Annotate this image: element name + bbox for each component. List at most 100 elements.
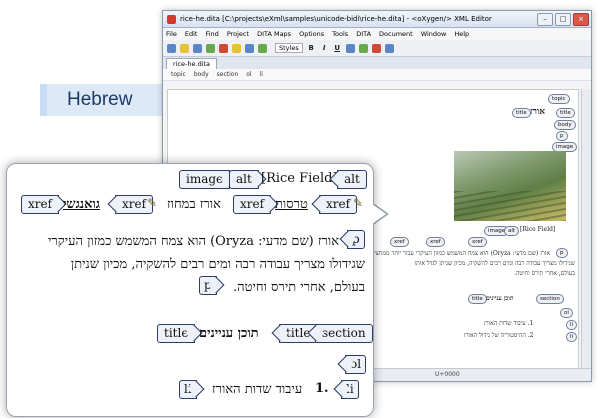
ol-tag[interactable]: ol bbox=[560, 308, 573, 318]
transform-icon[interactable] bbox=[219, 43, 228, 53]
menu-document[interactable]: Document bbox=[379, 30, 413, 38]
alt-text: [Rice Field] bbox=[261, 171, 338, 186]
xref-tag[interactable]: xref bbox=[311, 195, 358, 214]
xref-middle-text: אורז במחוז bbox=[167, 197, 221, 212]
styles-dropdown[interactable]: Styles bbox=[275, 43, 303, 53]
title-tag[interactable]: title bbox=[512, 108, 531, 118]
list-icon[interactable] bbox=[358, 43, 368, 53]
li-tag[interactable]: li bbox=[566, 332, 578, 342]
alt-text: [Rice Field] bbox=[520, 226, 556, 233]
open-folder-icon[interactable] bbox=[180, 43, 189, 53]
li-tag[interactable]: li bbox=[333, 380, 359, 399]
hebrew-label-text: Hebrew bbox=[67, 89, 133, 110]
section-title: תוכן עניינים bbox=[199, 326, 259, 341]
p-tag[interactable]: p bbox=[339, 230, 365, 249]
italic-button[interactable]: I bbox=[320, 44, 329, 53]
menu-file[interactable]: File bbox=[166, 30, 177, 38]
breadcrumb-item[interactable]: body bbox=[194, 71, 209, 78]
maximize-button[interactable]: □ bbox=[555, 12, 571, 26]
p-tag[interactable]: p bbox=[556, 131, 568, 141]
toolbar: Styles B I U bbox=[163, 40, 591, 57]
title-tag[interactable]: title bbox=[468, 294, 487, 304]
list-item-text: עיבוד שדות האורז bbox=[212, 382, 303, 397]
editor-tabs: rice-he.dita bbox=[163, 57, 591, 69]
menu-bar: File Edit Find Project DITA Maps Options… bbox=[163, 28, 591, 40]
paperclip-icon: ✎ bbox=[353, 196, 364, 210]
p-tag[interactable]: p bbox=[556, 248, 568, 258]
xref-tag[interactable]: xref bbox=[390, 237, 409, 247]
magnifier-pointer-inner bbox=[368, 201, 386, 227]
refresh-icon[interactable] bbox=[258, 43, 267, 53]
section-tag[interactable]: section bbox=[307, 324, 373, 343]
li-tag[interactable]: li bbox=[566, 320, 578, 330]
table-icon[interactable] bbox=[371, 43, 381, 53]
image-insert-icon[interactable] bbox=[384, 43, 394, 53]
alt-tag[interactable]: alt bbox=[329, 170, 367, 189]
body-tag[interactable]: body bbox=[554, 120, 576, 130]
breadcrumb-item[interactable]: ol bbox=[246, 71, 251, 78]
magnified-view: image alt [Rice Field] alt xref גואנגשי … bbox=[6, 163, 374, 417]
p-tag[interactable]: p bbox=[199, 276, 225, 295]
validate-icon[interactable] bbox=[206, 43, 215, 53]
paragraph-line-3: בעולם, אחרי תירס וחיטה. bbox=[233, 280, 365, 295]
status-unicode: U+0000 bbox=[435, 371, 460, 378]
menu-help[interactable]: Help bbox=[454, 30, 469, 38]
xref-tag-label: xref bbox=[122, 197, 147, 211]
menu-edit[interactable]: Edit bbox=[185, 30, 198, 38]
search-icon[interactable] bbox=[245, 43, 254, 53]
vertical-scrollbar[interactable] bbox=[581, 89, 591, 369]
xref-tag-label: xref bbox=[240, 197, 265, 211]
xref-link-guangxi[interactable]: גואנגשי bbox=[63, 196, 100, 212]
xref-tag[interactable]: xref bbox=[426, 237, 445, 247]
xref-link-terraces[interactable]: טרסות bbox=[275, 196, 308, 212]
oxygen-app-icon bbox=[167, 14, 176, 24]
section-title: תוכן עניינים bbox=[486, 295, 514, 302]
list-item-1: 1. עיבוד שדות האורז bbox=[484, 320, 534, 327]
window-title: rice-he.dita [C:\projects\eXml\samples\u… bbox=[180, 15, 492, 23]
new-document-icon[interactable] bbox=[167, 43, 176, 53]
menu-dita[interactable]: DITA bbox=[356, 30, 371, 38]
menu-dita-maps[interactable]: DITA Maps bbox=[257, 30, 291, 38]
topic-title: אורז bbox=[530, 107, 546, 117]
menu-window[interactable]: Window bbox=[421, 30, 447, 38]
list-item-number: 1. bbox=[315, 381, 329, 396]
hebrew-label: Hebrew bbox=[40, 84, 164, 116]
menu-find[interactable]: Find bbox=[205, 30, 218, 38]
section-tag-label: section bbox=[322, 326, 366, 340]
close-button[interactable]: × bbox=[573, 12, 589, 26]
list-item-2: 2. ההיסטוריה של גידול האורז bbox=[464, 332, 534, 339]
run-icon[interactable] bbox=[232, 43, 241, 53]
menu-options[interactable]: Options bbox=[299, 30, 324, 38]
title-tag[interactable]: title bbox=[556, 108, 575, 118]
paragraph-line-1: אורז (שם מדעי: Oryza) הוא צמח המשמש כמזו… bbox=[47, 234, 339, 249]
title-tag[interactable]: title bbox=[157, 324, 203, 343]
xref-tag[interactable]: xref bbox=[233, 195, 279, 214]
breadcrumb-item[interactable]: section bbox=[217, 71, 239, 78]
xref-tag-label: xref bbox=[28, 197, 53, 211]
save-icon[interactable] bbox=[193, 43, 202, 53]
li-tag[interactable]: li bbox=[179, 380, 205, 399]
alt-tag[interactable]: alt bbox=[504, 226, 520, 236]
image-tag[interactable]: image bbox=[179, 170, 238, 189]
breadcrumb-item[interactable]: li bbox=[260, 71, 263, 78]
breadcrumb-item[interactable]: topic bbox=[171, 71, 186, 78]
paragraph-line-2: שגידולו מצריך עבודה רבה ומים רבים להשקיה… bbox=[70, 257, 365, 272]
label-accent-bar bbox=[40, 84, 47, 116]
xref-tag[interactable]: xref bbox=[468, 237, 487, 247]
alt-tag[interactable]: alt bbox=[229, 170, 267, 189]
ol-tag[interactable]: ol bbox=[337, 355, 367, 374]
tab-rice-he-dita[interactable]: rice-he.dita bbox=[166, 58, 218, 69]
bold-button[interactable]: B bbox=[307, 44, 316, 53]
topic-tag[interactable]: topic bbox=[548, 94, 570, 104]
link-icon[interactable] bbox=[345, 43, 355, 53]
minimize-button[interactable]: – bbox=[537, 12, 553, 26]
paperclip-icon: ✎ bbox=[147, 196, 158, 210]
title-bar: rice-he.dita [C:\projects\eXml\samples\u… bbox=[163, 11, 591, 28]
xref-tag-label: xref bbox=[326, 197, 351, 211]
section-tag[interactable]: section bbox=[536, 294, 564, 304]
menu-tools[interactable]: Tools bbox=[332, 30, 348, 38]
breadcrumb: topic body section ol li bbox=[163, 69, 591, 81]
menu-project[interactable]: Project bbox=[227, 30, 249, 38]
xref-tag[interactable]: xref bbox=[21, 195, 67, 214]
underline-button[interactable]: U bbox=[333, 44, 342, 53]
